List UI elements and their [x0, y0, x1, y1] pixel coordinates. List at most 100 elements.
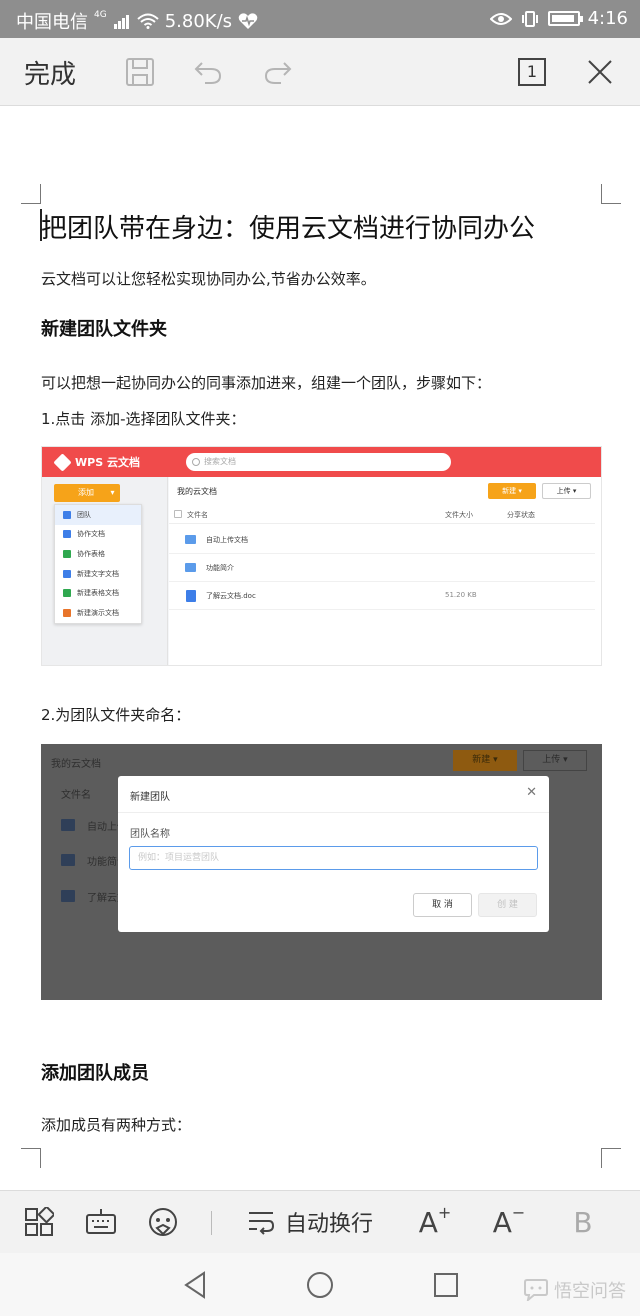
wps-upload-label: 上传	[556, 487, 571, 495]
presentation-icon	[63, 608, 71, 617]
wps-menu-item: 新建表格文档	[55, 583, 141, 603]
table-row: 自动上传文档	[169, 526, 595, 554]
wps-sidebar: 添加 ▾ 团队 协作文档 协作表格 新建文字文档 新建表格文档 新建演示文档	[42, 477, 168, 665]
document-title: 把团队带在身边：使用云文档进行协同办公	[41, 214, 536, 244]
step1-text: 1.点击 添加-选择团队文件夹：	[41, 410, 246, 428]
dim-breadcrumb: 我的云文档	[51, 759, 101, 770]
wps-row-name: 功能简介	[206, 564, 234, 572]
dialog-create-button: 创 建	[478, 893, 537, 917]
margin-corner-bl	[21, 1148, 41, 1168]
redo-icon[interactable]	[258, 52, 298, 92]
collab-doc-icon	[63, 530, 71, 539]
health-heart-icon	[238, 13, 258, 29]
wps-col-share: 分享状态	[507, 511, 535, 519]
dim-folder-icon	[61, 854, 75, 866]
wps-table-header: 文件名 文件大小 分享状态	[169, 506, 595, 524]
wps-col-name: 文件名	[187, 511, 208, 519]
dialog-cancel-button: 取 消	[413, 893, 472, 917]
wps-menu-item: 协作表格	[55, 544, 141, 564]
wps-col-size: 文件大小	[445, 511, 473, 519]
close-icon: ✕	[526, 785, 537, 800]
wps-new-label: 新建	[502, 487, 517, 495]
wps-menu-label: 协作表格	[77, 549, 105, 558]
dim-file-icon	[61, 890, 75, 902]
team-icon	[63, 510, 71, 519]
chat-bubble-icon	[524, 1279, 548, 1301]
wps-add-button: 添加 ▾	[54, 484, 120, 502]
watermark-text: 悟空问答	[554, 1281, 626, 1302]
dim-col-name: 文件名	[61, 790, 91, 801]
embedded-image-wps-add-menu[interactable]: WPS 云文档 搜索文档 添加 ▾ 团队 协作文档 协作表格 新建文字文档 新建…	[41, 446, 602, 666]
wps-row-name: 自动上传文档	[206, 536, 248, 544]
home-icon[interactable]	[304, 1269, 336, 1301]
word-wrap-icon	[248, 1212, 274, 1235]
recents-icon[interactable]	[430, 1269, 462, 1301]
word-doc-icon	[63, 569, 71, 578]
wps-search-input: 搜索文档	[186, 453, 451, 471]
wps-menu-item: 新建文字文档	[55, 564, 141, 584]
dialog-title: 新建团队	[130, 792, 170, 803]
increase-font-icon[interactable]: A +	[418, 1203, 452, 1239]
decrease-font-icon[interactable]: A −	[492, 1203, 526, 1239]
watermark: 悟空问答	[522, 1277, 626, 1303]
save-icon[interactable]	[120, 52, 160, 92]
network-badge: 4G	[94, 10, 107, 20]
editor-toolbar: 完成 1	[0, 38, 640, 106]
word-file-icon	[186, 590, 196, 602]
clock: 4:16	[587, 8, 628, 29]
wps-cube-icon	[53, 452, 72, 472]
vibrate-icon	[521, 10, 538, 27]
margin-corner-tr	[601, 184, 621, 204]
carrier-name: 中国电信	[16, 12, 88, 33]
table-row: 功能简介	[169, 554, 595, 582]
wps-menu-item: 团队	[55, 505, 141, 525]
section-heading-add-members: 添加团队成员	[41, 1063, 149, 1084]
format-toolbar: 自动换行 A + A − B	[0, 1190, 640, 1253]
wps-menu-label: 新建表格文档	[77, 589, 119, 598]
wps-breadcrumb: 我的云文档	[177, 487, 217, 496]
done-button[interactable]: 完成	[24, 54, 76, 91]
wps-add-label: 添加	[78, 488, 94, 497]
team-name-input: 例如：项目运营团队	[129, 846, 538, 870]
upload-folder-icon	[185, 535, 196, 544]
wps-file-list: 我的云文档 新建 ▾ 上传 ▾ 文件名 文件大小 分享状态 自动上传文档 功能简…	[169, 477, 601, 665]
wps-row-name: 了解云文档.doc	[206, 592, 256, 600]
folder-icon	[185, 563, 196, 572]
wps-menu-label: 新建文字文档	[77, 569, 119, 578]
table-row: 了解云文档.doc 51.20 KB	[169, 582, 595, 610]
dim-upload-button: 上传 ▾	[523, 750, 587, 771]
eye-icon	[489, 12, 512, 25]
back-icon[interactable]	[180, 1269, 212, 1301]
bold-icon[interactable]: B	[566, 1205, 600, 1239]
close-icon[interactable]	[580, 52, 620, 92]
step2-text: 2.为团队文件夹命名：	[41, 706, 191, 724]
embedded-image-new-team-dialog[interactable]: 我的云文档 新建 ▾ 上传 ▾ 文件名 自动上传 功能简介 了解云文 新建团队 …	[41, 744, 602, 1000]
wifi-icon	[137, 13, 159, 29]
signal-icon	[113, 15, 129, 29]
spreadsheet-icon	[63, 589, 71, 598]
section1-paragraph: 可以把想一起协同办公的同事添加进来，组建一个团队，步骤如下：	[41, 374, 492, 392]
margin-corner-tl	[21, 184, 41, 204]
keyboard-icon[interactable]	[84, 1205, 118, 1239]
collab-sheet-icon	[63, 549, 71, 558]
wps-menu-item: 协作文档	[55, 525, 141, 545]
wps-upload-button: 上传 ▾	[542, 483, 591, 499]
system-nav-bar: 悟空问答	[0, 1253, 640, 1316]
pen-tool-icon[interactable]	[146, 1205, 180, 1239]
team-name-label: 团队名称	[130, 829, 170, 840]
wps-row-size: 51.20 KB	[445, 591, 477, 599]
page-count-button[interactable]: 1	[512, 52, 552, 92]
dim-new-button: 新建 ▾	[453, 750, 517, 771]
undo-icon[interactable]	[188, 52, 228, 92]
dim-upload-label: 上传	[542, 755, 561, 765]
wps-header: WPS 云文档 搜索文档	[42, 447, 601, 477]
section2-paragraph: 添加成员有两种方式：	[41, 1116, 192, 1134]
status-bar: 中国电信 4G 5.80K/s 4:16	[0, 0, 640, 38]
word-wrap-button[interactable]: 自动换行	[244, 1205, 376, 1239]
apps-grid-icon[interactable]	[22, 1205, 56, 1239]
section-heading-new-team-folder: 新建团队文件夹	[41, 319, 167, 340]
wps-app-name: WPS 云文档	[75, 456, 140, 469]
wps-new-button: 新建 ▾	[488, 483, 536, 499]
page-count: 1	[518, 58, 546, 86]
dim-new-label: 新建	[472, 755, 491, 765]
